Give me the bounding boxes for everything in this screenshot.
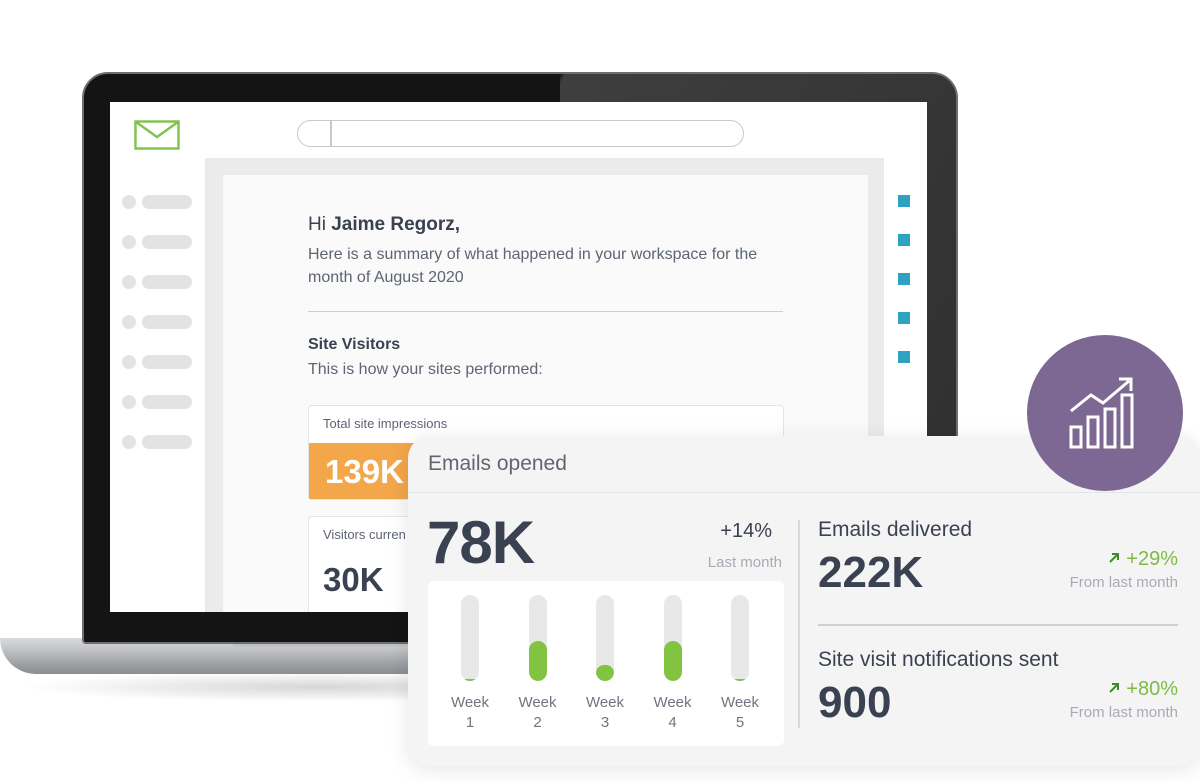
emails-opened-value: 78K [427, 509, 535, 576]
bar-track [596, 595, 614, 681]
weekly-bar-chart: Week 1 Week 2 Week 3 Week 4 Week 5 [428, 581, 784, 746]
sidebar-item[interactable] [122, 275, 192, 289]
sidebar-item[interactable] [122, 395, 192, 409]
stat-label: Visitors curren [323, 527, 406, 542]
sidebar-item[interactable] [122, 355, 192, 369]
rail-square[interactable] [898, 234, 910, 246]
metric-change: +29% [1088, 548, 1178, 571]
bar [461, 679, 479, 681]
sidebar-item[interactable] [122, 315, 192, 329]
card-title: Emails opened [428, 452, 567, 475]
stat-label: Total site impressions [323, 416, 448, 431]
bar [596, 665, 614, 681]
metric-title: Emails delivered [818, 518, 973, 541]
chart-badge [1027, 335, 1183, 491]
rail-square[interactable] [898, 312, 910, 324]
stat-value: 30K [323, 561, 384, 598]
divider [308, 311, 783, 312]
bar-track [461, 595, 479, 681]
bar-chart-growth-icon [1069, 377, 1134, 449]
sidebar [110, 158, 206, 612]
sidebar-item[interactable] [122, 435, 192, 449]
tick-label: Week 4 [653, 694, 692, 731]
metric-value: 222K [818, 548, 924, 597]
bar-track [663, 595, 682, 681]
greeting: Hi Jaime Regorz, [308, 214, 461, 235]
tick-label: Week 1 [450, 694, 490, 731]
metric-change-label: From last month [1069, 704, 1178, 721]
sidebar-item[interactable] [122, 195, 192, 209]
rail-square[interactable] [898, 351, 910, 363]
sidebar-item[interactable] [122, 235, 192, 249]
emails-opened-change: +14% [720, 520, 772, 542]
stat-value: 139K [309, 443, 419, 499]
metric-divider [818, 624, 1178, 626]
search-input[interactable] [297, 120, 744, 147]
search-divider [330, 121, 332, 146]
metric-change-label: From last month [1069, 574, 1178, 591]
bar-track [528, 595, 547, 681]
metric-change: +80% [1088, 678, 1178, 701]
tick-label: Week 3 [585, 694, 625, 731]
bar-track [731, 595, 749, 681]
email-intro: Here is a summary of what happened in yo… [308, 246, 758, 286]
section-subtitle: This is how your sites performed: [308, 361, 543, 378]
card-header-divider [408, 492, 1200, 493]
vertical-divider [798, 520, 800, 728]
bar [663, 641, 682, 681]
section-title: Site Visitors [308, 336, 401, 353]
emails-opened-change-label: Last month [707, 554, 782, 571]
bar [731, 679, 749, 681]
bar [528, 641, 547, 681]
metric-title: Site visit notifications sent [818, 648, 1059, 671]
tick-label: Week 2 [518, 694, 557, 731]
tick-label: Week 5 [720, 694, 760, 731]
trend-up-arrow-icon [1109, 553, 1120, 563]
rail-square[interactable] [898, 273, 910, 285]
metric-value: 900 [818, 678, 892, 727]
recipient-name: Jaime Regorz, [331, 214, 461, 235]
mail-icon[interactable] [134, 120, 180, 150]
rail-square[interactable] [898, 195, 910, 207]
trend-up-arrow-icon [1109, 683, 1120, 693]
